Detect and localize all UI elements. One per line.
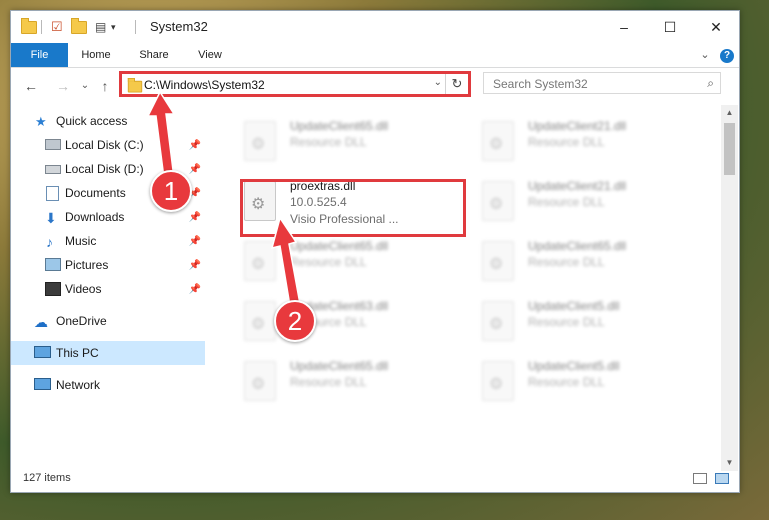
step-marker-1: 1 — [150, 170, 192, 212]
arrow-2 — [270, 216, 301, 307]
step-marker-2: 2 — [274, 300, 316, 342]
annotation-arrows — [146, 90, 301, 307]
